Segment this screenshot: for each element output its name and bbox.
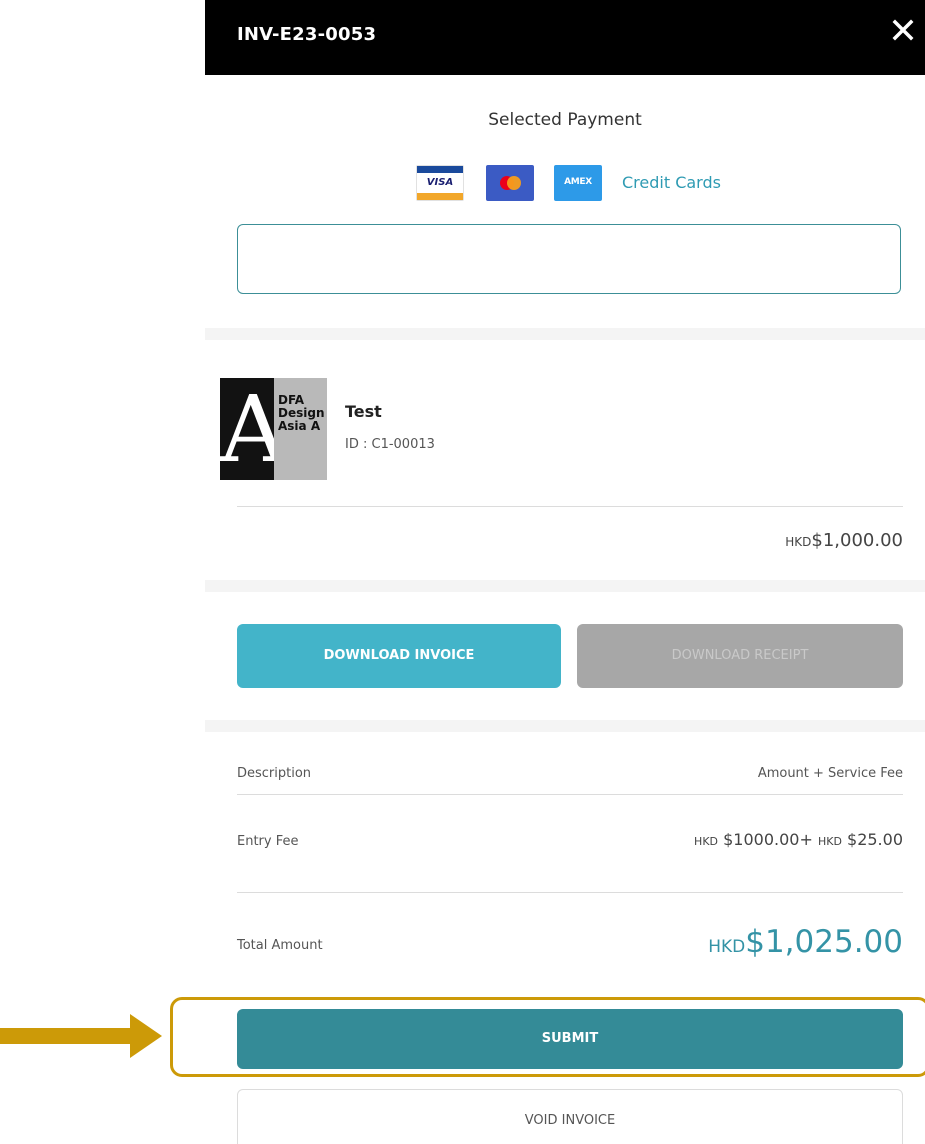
download-invoice-button[interactable]: DOWNLOAD INVOICE xyxy=(237,624,561,688)
amex-card-icon: AMEX xyxy=(554,165,602,201)
divider xyxy=(237,794,903,795)
arrow-right-icon xyxy=(0,1014,162,1058)
modal-header: INV-E23-0053 xyxy=(205,0,925,75)
amount-header: Amount + Service Fee xyxy=(757,766,903,781)
total-amount: HKD$1,025.00 xyxy=(708,924,903,960)
download-receipt-button[interactable]: DOWNLOAD RECEIPT xyxy=(577,624,903,688)
card-details-input[interactable] xyxy=(237,224,901,294)
divider xyxy=(237,506,903,507)
section-divider xyxy=(205,580,925,592)
selected-payment-label: Selected Payment xyxy=(488,110,642,130)
entry-id: ID : C1-00013 xyxy=(345,437,435,452)
visa-card-icon: VISA xyxy=(416,165,464,201)
section-divider xyxy=(205,328,925,340)
divider xyxy=(237,892,903,893)
entry-subtotal: HKD$1,000.00 xyxy=(785,530,903,551)
fee-label: Entry Fee xyxy=(237,834,299,849)
void-invoice-button[interactable]: VOID INVOICE xyxy=(237,1089,903,1144)
entry-title: Test xyxy=(345,402,382,421)
total-label: Total Amount xyxy=(237,938,323,953)
fee-amount: HKD $1000.00+ HKD $25.00 xyxy=(694,830,903,849)
invoice-panel: INV-E23-0053 Selected Payment VISA AMEX … xyxy=(205,0,925,1144)
section-divider xyxy=(205,720,925,732)
submit-button[interactable]: SUBMIT xyxy=(237,1009,903,1069)
invoice-number: INV-E23-0053 xyxy=(237,24,377,45)
close-icon[interactable] xyxy=(891,18,915,42)
description-header: Description xyxy=(237,766,312,781)
entry-thumbnail: A DFA Design Asia A xyxy=(220,378,327,480)
credit-cards-label[interactable]: Credit Cards xyxy=(622,173,721,192)
mastercard-icon xyxy=(486,165,534,201)
